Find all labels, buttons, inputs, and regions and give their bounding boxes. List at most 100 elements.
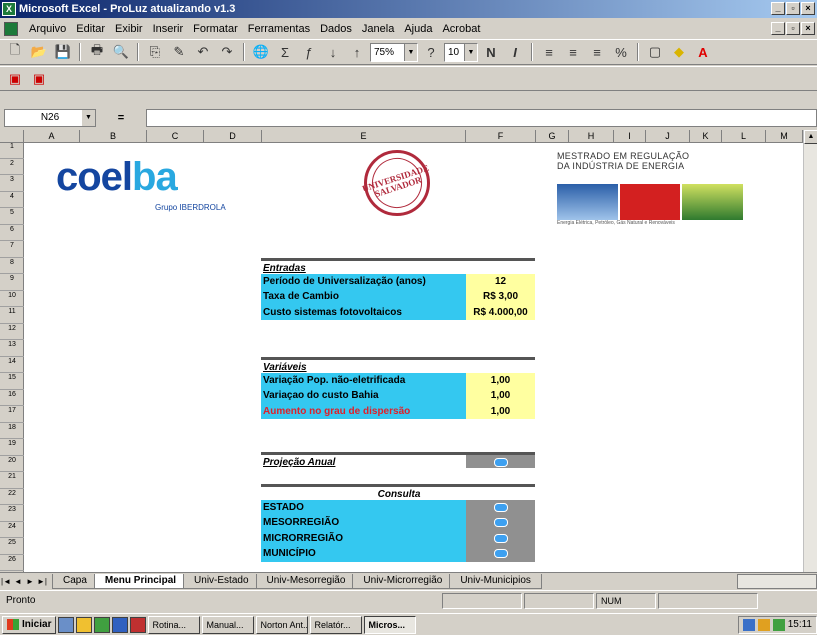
menu-ajuda[interactable]: Ajuda — [399, 23, 437, 35]
zoom-select[interactable]: 75% ▼ — [370, 42, 418, 62]
row-header[interactable]: 22 — [0, 490, 24, 505]
quicklaunch-icon[interactable] — [130, 616, 147, 633]
prev-sheet-icon[interactable]: ◄ — [12, 577, 24, 586]
quicklaunch-icon[interactable] — [58, 616, 75, 633]
sort-desc-icon[interactable]: ↑ — [346, 41, 368, 63]
sheet-tab-univ-mesorregiao[interactable]: Univ-Mesorregião — [255, 573, 357, 589]
col-header-e[interactable]: E — [262, 130, 466, 143]
consulta-row[interactable]: MICRORREGIÃO — [261, 530, 535, 546]
consulta-row[interactable]: ESTADO — [261, 499, 535, 515]
name-box[interactable]: N26 ▼ — [4, 109, 96, 127]
menu-ferramentas[interactable]: Ferramentas — [243, 23, 315, 35]
col-header-b[interactable]: B — [80, 130, 147, 143]
row-header[interactable]: 25 — [0, 539, 24, 555]
col-header-k[interactable]: K — [690, 130, 722, 143]
align-right-icon[interactable]: ≡ — [586, 41, 608, 63]
row-header[interactable]: 19 — [0, 440, 24, 456]
col-header-i[interactable]: I — [614, 130, 646, 143]
doc-close-button[interactable]: × — [801, 22, 815, 35]
align-center-icon[interactable]: ≡ — [562, 41, 584, 63]
horizontal-scrollbar[interactable] — [737, 573, 817, 589]
function-icon[interactable]: ƒ — [298, 41, 320, 63]
fill-color-icon[interactable]: ◆ — [668, 41, 690, 63]
row-header[interactable]: 9 — [0, 275, 24, 291]
variaveis-value[interactable]: 1,00 — [466, 388, 535, 404]
consulta-row[interactable]: MUNICÍPIO — [261, 546, 535, 562]
entradas-value[interactable]: R$ 4.000,00 — [466, 304, 535, 320]
row-header[interactable]: 21 — [0, 473, 24, 489]
taskbar-item[interactable]: Relatór... — [310, 615, 363, 634]
menu-exibir[interactable]: Exibir — [110, 23, 148, 35]
taskbar-item[interactable]: Rotina... — [148, 615, 201, 634]
doc-restore-button[interactable]: ▫ — [786, 22, 800, 35]
workbook-icon[interactable] — [4, 21, 18, 36]
sheet-tab-menu-principal[interactable]: Menu Principal — [93, 573, 188, 589]
row-header[interactable]: 2 — [0, 160, 24, 175]
quicklaunch-icon[interactable] — [94, 616, 111, 633]
sheet-tab-univ-estado[interactable]: Univ-Estado — [183, 573, 260, 589]
row-header[interactable]: 15 — [0, 374, 24, 390]
quicklaunch-icon[interactable] — [112, 616, 129, 633]
worksheet-grid[interactable]: A B C D E F G H I J K L M 1 2 3 4 5 6 7 8 9 10 11 1… — [0, 130, 817, 572]
font-color-icon[interactable]: A — [692, 41, 714, 63]
variaveis-row[interactable]: Aumento no grau de dispersão 1,00 — [261, 403, 535, 419]
entradas-row[interactable]: Período de Universalização (anos) 12 — [261, 273, 535, 289]
entradas-row[interactable]: Custo sistemas fotovoltaicos R$ 4.000,00 — [261, 304, 535, 320]
entradas-value[interactable]: R$ 3,00 — [466, 289, 535, 305]
col-header-d[interactable]: D — [204, 130, 262, 143]
open-icon[interactable]: 📂 — [28, 41, 50, 63]
close-button[interactable]: × — [801, 2, 815, 15]
row-header[interactable]: 17 — [0, 407, 24, 423]
title-bar[interactable]: X Microsoft Excel - ProLuz atualizando v… — [0, 0, 817, 18]
variaveis-row[interactable]: Variaçao do custo Bahia 1,00 — [261, 388, 535, 404]
last-sheet-icon[interactable]: ►| — [36, 577, 48, 586]
row-header[interactable]: 3 — [0, 176, 24, 192]
next-sheet-icon[interactable]: ► — [24, 577, 36, 586]
row-header[interactable]: 11 — [0, 308, 24, 324]
col-header-c[interactable]: C — [147, 130, 204, 143]
autosum-icon[interactable]: Σ — [274, 41, 296, 63]
print-icon[interactable]: 🖶 — [86, 41, 108, 63]
sheet-tab-univ-municipios[interactable]: Univ-Municipios — [449, 573, 542, 589]
excel-app-icon[interactable]: X — [2, 2, 16, 16]
row-header[interactable]: 16 — [0, 391, 24, 406]
col-header-g[interactable]: G — [536, 130, 569, 143]
consulta-mesorregiao-button[interactable] — [493, 518, 508, 527]
menu-janela[interactable]: Janela — [357, 23, 399, 35]
font-size-select[interactable]: 10 ▼ — [444, 42, 478, 62]
start-button[interactable]: Iniciar — [2, 615, 57, 634]
variaveis-row[interactable]: Variação Pop. não-eletrificada 1,00 — [261, 372, 535, 388]
new-icon[interactable]: 🗋 — [4, 41, 26, 63]
col-header-a[interactable]: A — [24, 130, 80, 143]
col-header-m[interactable]: M — [766, 130, 803, 143]
select-all-corner[interactable] — [0, 130, 24, 143]
taskbar-item-excel[interactable]: Micros... — [364, 615, 417, 634]
col-header-l[interactable]: L — [722, 130, 766, 143]
tray-icon[interactable] — [757, 618, 770, 631]
menu-acrobat[interactable]: Acrobat — [437, 23, 485, 35]
row-header[interactable]: 1 — [0, 143, 24, 159]
menu-editar[interactable]: Editar — [71, 23, 110, 35]
undo-icon[interactable]: ↶ — [192, 41, 214, 63]
formula-input[interactable] — [146, 109, 817, 127]
row-header[interactable]: 20 — [0, 457, 24, 472]
consulta-microrregiao-button[interactable] — [493, 533, 508, 543]
row-header[interactable]: 12 — [0, 325, 24, 340]
consulta-municipio-button[interactable] — [493, 549, 508, 558]
consulta-row[interactable]: MESORREGIÃO — [261, 515, 535, 531]
menu-inserir[interactable]: Inserir — [148, 23, 189, 35]
equals-sign[interactable]: = — [96, 112, 146, 124]
align-left-icon[interactable]: ≡ — [538, 41, 560, 63]
projecao-button[interactable] — [493, 458, 508, 467]
row-header[interactable]: 23 — [0, 506, 24, 522]
sort-asc-icon[interactable]: ↓ — [322, 41, 344, 63]
row-header[interactable]: 5 — [0, 209, 24, 225]
decimal-icon[interactable]: % — [610, 41, 632, 63]
scroll-up-icon[interactable]: ▲ — [804, 130, 817, 144]
row-header[interactable]: 6 — [0, 226, 24, 241]
row-header[interactable]: 24 — [0, 523, 24, 538]
menu-formatar[interactable]: Formatar — [188, 23, 243, 35]
print-preview-icon[interactable]: 🔍 — [110, 41, 132, 63]
format-painter-icon[interactable]: ✎ — [168, 41, 190, 63]
col-header-j[interactable]: J — [646, 130, 690, 143]
